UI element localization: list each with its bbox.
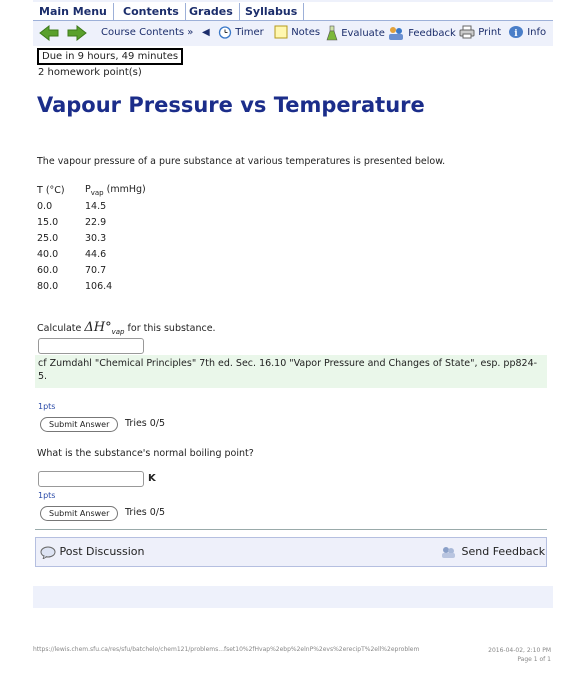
table-cell: 80.0 [37,280,59,292]
question-1-submit-button[interactable]: Submit Answer [40,417,119,432]
table-cell: 30.3 [85,232,107,244]
divider [35,529,547,530]
footer-timestamp: 2016-04-02, 2:10 PM Page 1 of 1 [481,646,551,664]
problem-content: Due in 9 hours, 49 minutes 2 homework po… [33,46,553,586]
printer-icon [459,25,475,39]
question-1-tries: Tries 0/5 [125,418,166,429]
toolbar: Course Contents » ◀ Timer Notes Evaluate… [33,22,553,44]
menu-main-menu[interactable]: Main Menu [33,3,114,20]
send-feedback-label: Send Feedback [461,545,546,558]
table-cell: 0.0 [37,200,53,212]
question-1-points: 1pts [38,402,56,411]
page-title: Vapour Pressure vs Temperature [37,93,425,117]
table-row: 25.0 30.3 [37,230,146,246]
table-row: 0.0 14.5 [37,198,146,214]
feedback-people-icon [389,27,403,40]
feedback-button[interactable]: Feedback [387,25,456,41]
homework-points: 2 homework point(s) [38,67,142,78]
question-2-unit: K [148,473,156,484]
evaluate-button[interactable]: Evaluate [326,25,385,41]
question-1-prefix: Calculate [37,323,85,334]
footer-date: 2016-04-02, 2:10 PM [488,647,551,654]
question-1-suffix: for this substance. [124,323,216,334]
forward-arrow-icon[interactable] [67,24,87,42]
main-menubar: Main Menu Contents Grades Syllabus [33,2,553,21]
pressure-unit: (mmHg) [103,183,146,195]
question-1-text: Calculate ΔH°vap for this substance. [37,320,216,336]
table-cell: 15.0 [37,216,59,228]
table-cell: 44.6 [85,248,107,260]
table-row: 40.0 44.6 [37,246,146,262]
enthalpy-symbol: ΔH° [84,320,112,335]
table-cell: 70.7 [85,264,107,276]
footer-url: https://lewis.chem.sfu.ca/res/sfu/batche… [33,646,420,653]
note-icon [274,25,288,39]
table-row: 80.0 106.4 [37,278,146,294]
vapour-pressure-table: T (°C) Pvap (mmHg) 0.0 14.5 15.0 22.9 25.0… [37,182,146,294]
menu-grades[interactable]: Grades [183,3,240,20]
reference-note: cf Zumdahl "Chemical Principles" 7th ed.… [35,355,547,388]
enthalpy-subscript: vap [111,327,125,336]
post-discussion-label: Post Discussion [59,545,145,558]
speech-bubble-icon [40,546,56,560]
flask-icon [326,25,338,41]
question-1-answer-input[interactable] [38,338,144,354]
back-arrow-icon[interactable] [39,24,59,42]
table-row: 60.0 70.7 [37,262,146,278]
feedback-label: Feedback [408,28,456,39]
post-discussion-button[interactable]: Post Discussion [40,545,145,560]
table-cell: 25.0 [37,232,59,244]
column-header-temperature: T (°C) [37,184,65,196]
course-contents-link[interactable]: Course Contents » [101,25,193,41]
table-cell: 22.9 [85,216,107,228]
question-2-submit-button[interactable]: Submit Answer [40,506,119,521]
send-feedback-icon [442,547,455,558]
question-2-tries: Tries 0/5 [125,507,166,518]
timer-label: Timer [235,27,264,38]
info-icon: i [509,26,523,39]
table-cell: 14.5 [85,200,107,212]
discussion-bar: Post Discussion Send Feedback [35,537,547,567]
print-label: Print [478,27,502,38]
table-cell: 60.0 [37,264,59,276]
course-contents-label: Course Contents [101,27,185,38]
question-2-text: What is the substance's normal boiling p… [37,448,254,459]
send-feedback-button[interactable]: Send Feedback [440,545,545,559]
info-button[interactable]: i Info [508,25,546,41]
footer-page-number: Page 1 of 1 [517,656,551,663]
table-header-row: T (°C) Pvap (mmHg) [37,182,146,198]
table-cell: 40.0 [37,248,59,260]
info-label: Info [527,27,547,38]
double-chevron-icon: » [187,27,194,38]
notes-button[interactable]: Notes [274,25,320,41]
due-notice: Due in 9 hours, 49 minutes [37,48,184,65]
column-header-pressure: Pvap (mmHg) [85,182,146,198]
left-triangle-icon[interactable]: ◀ [202,25,210,41]
menu-syllabus[interactable]: Syllabus [239,3,305,20]
print-button[interactable]: Print [459,25,501,41]
clock-icon [218,26,232,39]
table-row: 15.0 22.9 [37,214,146,230]
timer-button[interactable]: Timer [218,25,264,41]
pressure-subscript: vap [90,188,104,197]
question-2-points: 1pts [38,491,56,500]
menu-contents[interactable]: Contents [117,3,186,20]
evaluate-label: Evaluate [341,28,385,39]
notes-label: Notes [291,27,321,38]
question-2-answer-input[interactable] [38,471,144,487]
svg-text:i: i [514,29,518,39]
table-cell: 106.4 [85,280,113,292]
problem-intro: The vapour pressure of a pure substance … [37,156,446,167]
